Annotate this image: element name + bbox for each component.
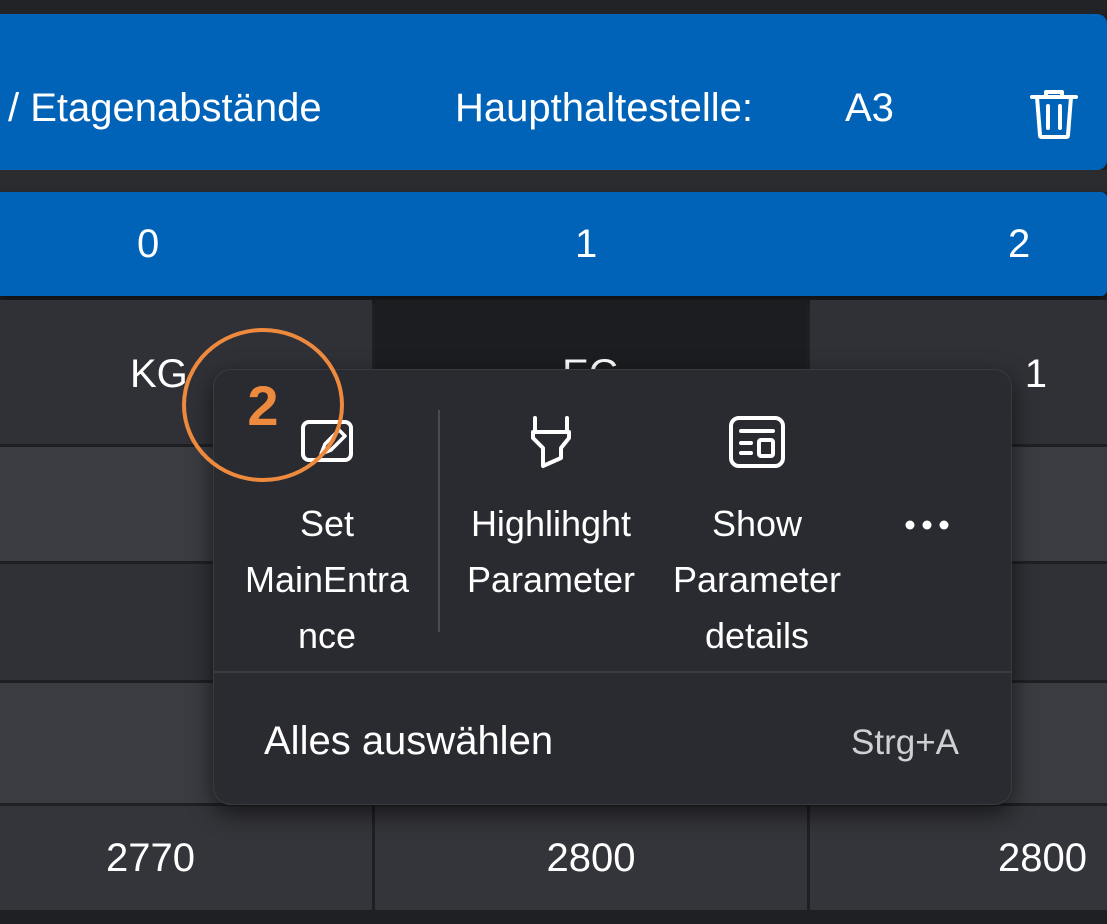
- cell-text: 2770: [106, 835, 195, 880]
- table-cell[interactable]: 2800: [375, 806, 807, 910]
- column-index-2: 2: [1008, 222, 1031, 266]
- main-stop-value[interactable]: A3: [845, 86, 894, 131]
- select-all-label: Alles auswählen: [264, 719, 554, 763]
- column-index-bar: 0 1 2: [0, 192, 1107, 296]
- header-gap: [0, 170, 1107, 192]
- cell-text: 2800: [546, 835, 636, 880]
- step-callout: 2: [182, 328, 344, 482]
- menu-divider: [438, 410, 440, 632]
- set-main-entrance-label: Set MainEntra nce: [244, 503, 410, 656]
- select-all-shortcut: Strg+A: [851, 723, 959, 762]
- select-all-menu-item[interactable]: Alles auswählen Strg+A: [214, 673, 1011, 804]
- page-title: / Etagenabstände: [8, 86, 322, 130]
- table-cell[interactable]: 2800: [810, 806, 1107, 910]
- cell-text: 1: [1024, 352, 1047, 396]
- show-parameter-details-button[interactable]: Show Parameter details: [654, 370, 860, 670]
- highlight-parameter-label: Highlihght Parameter: [466, 503, 636, 600]
- table-cell[interactable]: 2770: [0, 806, 372, 910]
- show-parameter-details-label: Show Parameter details: [672, 503, 842, 656]
- more-icon[interactable]: [902, 510, 952, 540]
- top-strip: [0, 0, 1107, 14]
- cell-text: 2800: [998, 835, 1087, 880]
- highlight-parameter-button[interactable]: Highlihght Parameter: [448, 370, 654, 670]
- main-stop-label: Haupthaltestelle:: [455, 86, 753, 130]
- column-index-1: 1: [575, 222, 598, 266]
- header-bar: / Etagenabstände Haupthaltestelle: A3: [0, 14, 1107, 170]
- highlight-icon: [531, 416, 571, 468]
- step-number: 2: [247, 373, 279, 437]
- details-icon: [729, 416, 785, 468]
- cell-text: KG: [130, 352, 188, 396]
- trash-icon[interactable]: [1029, 88, 1079, 140]
- column-index-0: 0: [137, 222, 160, 266]
